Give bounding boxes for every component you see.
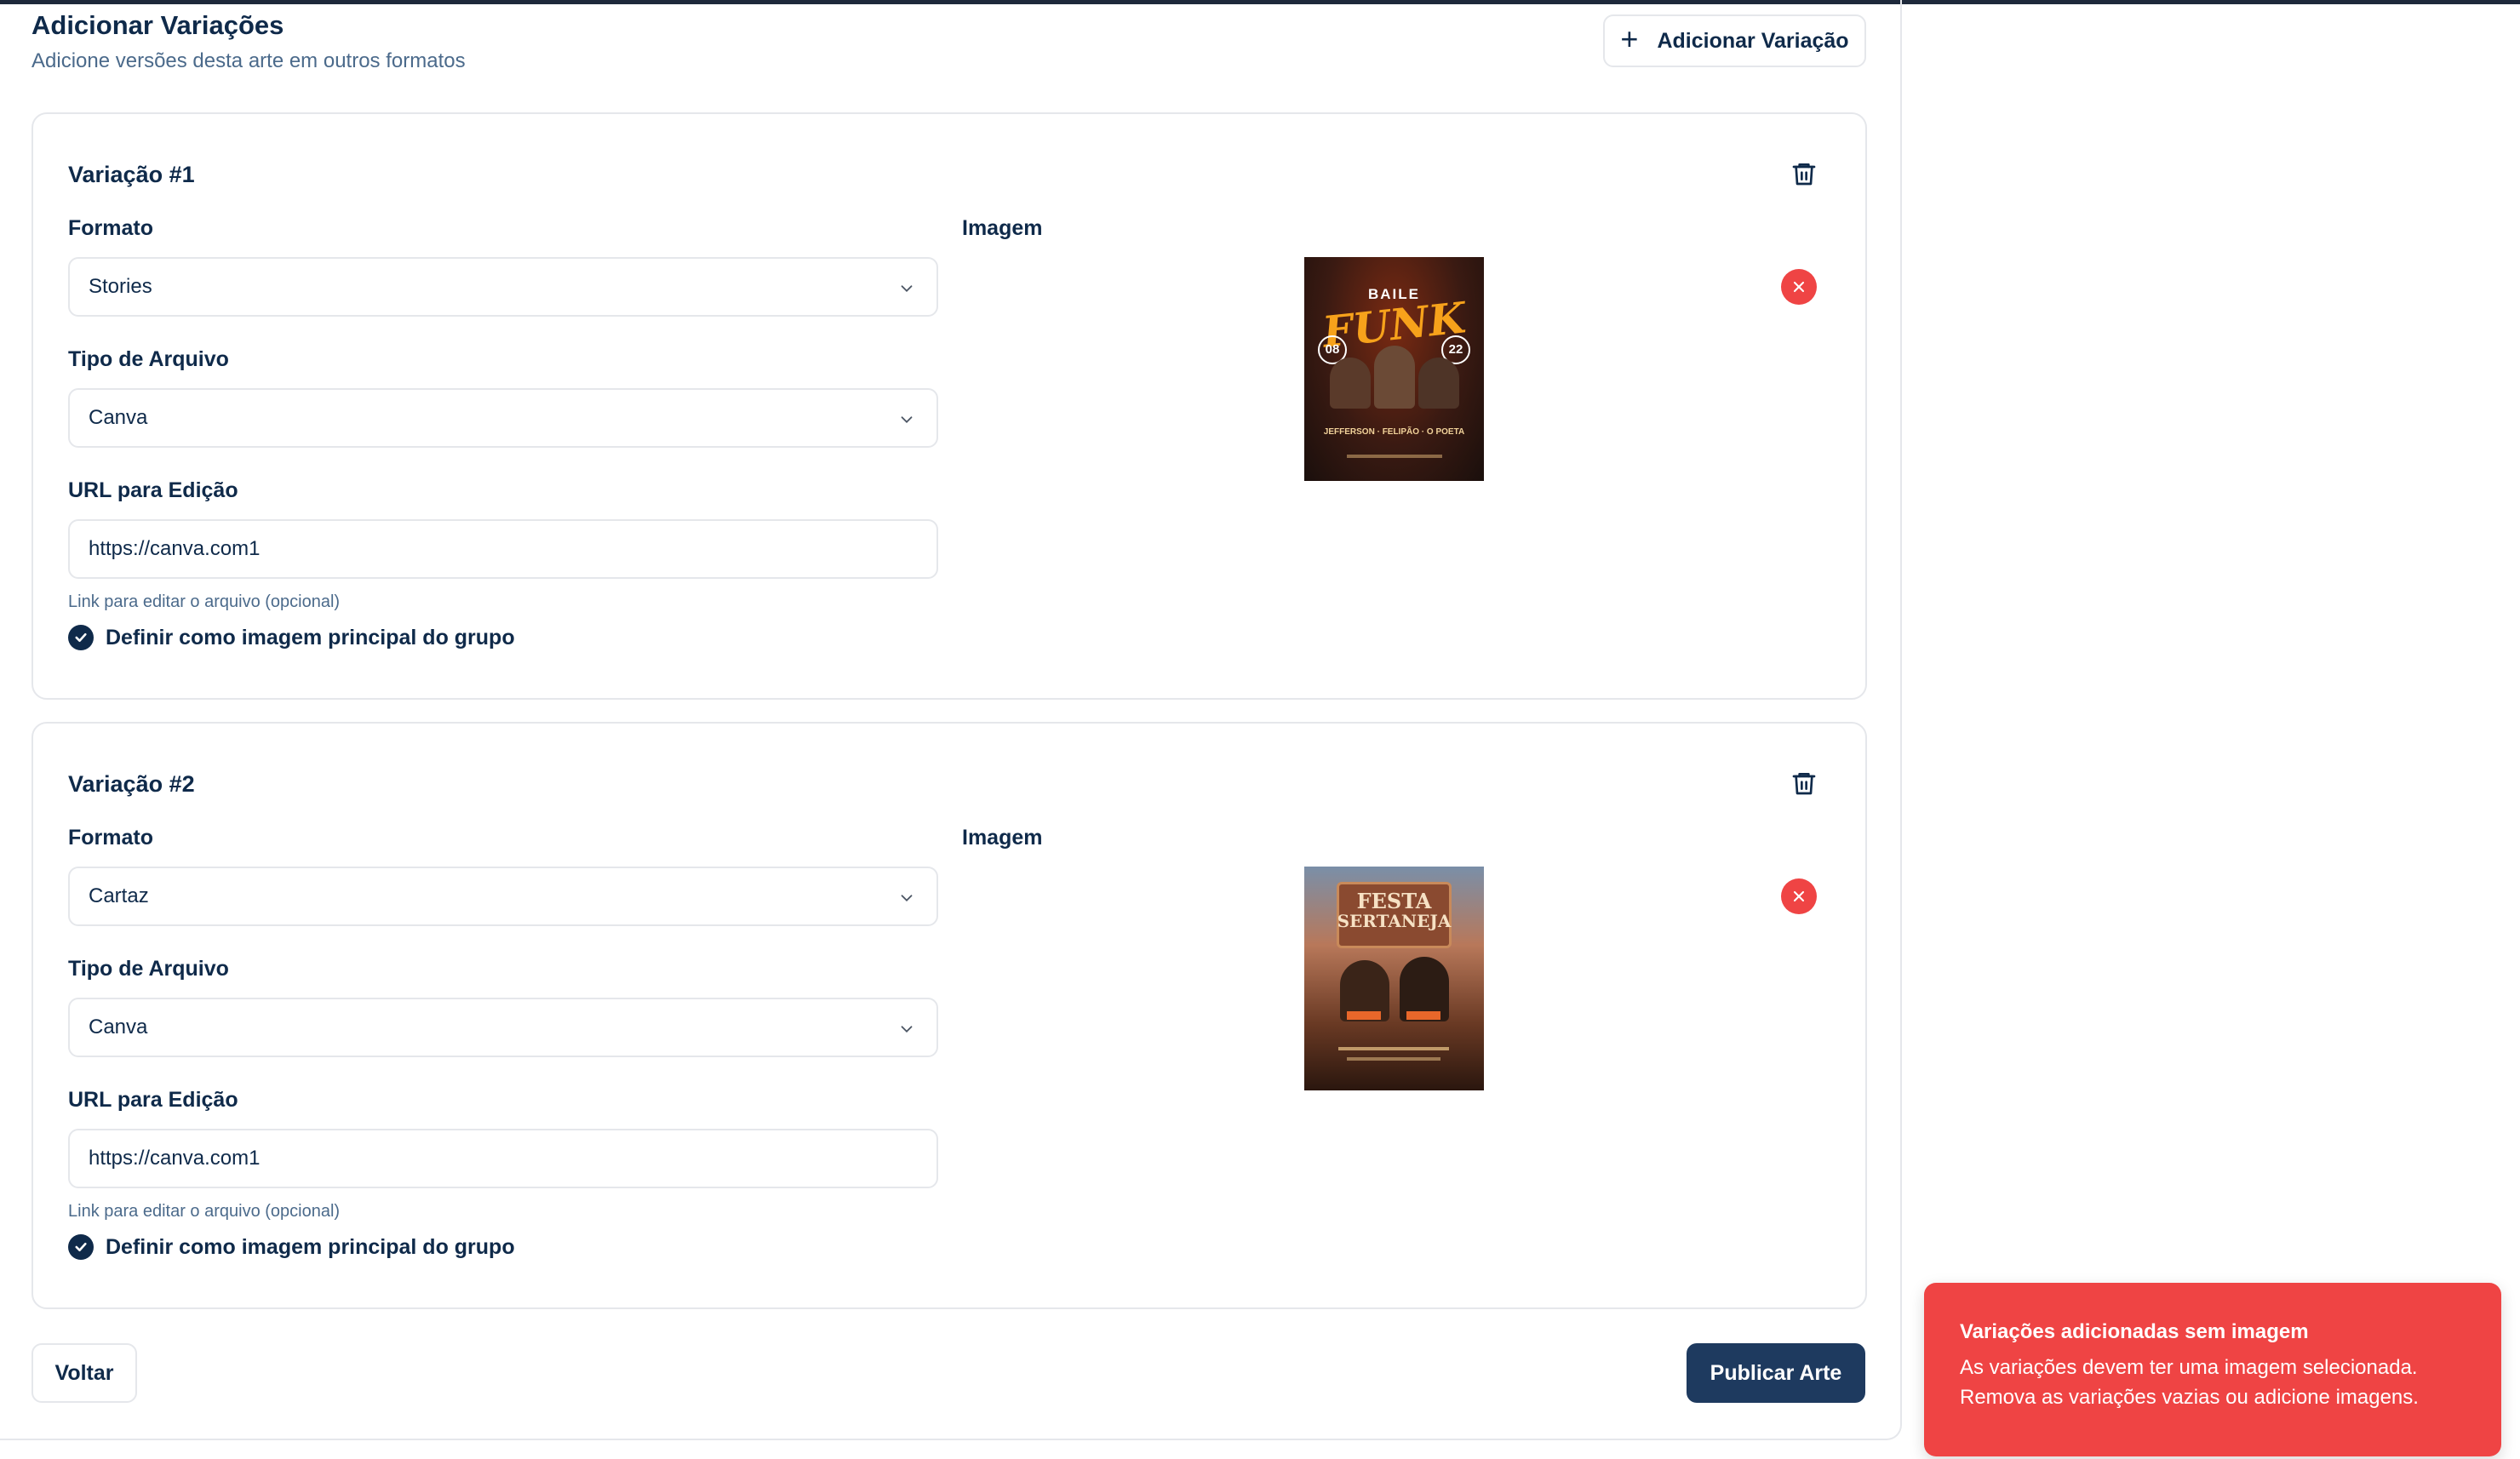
- variation-card-2: Variação #2 Formato Cartaz Tipo de Arqui…: [32, 722, 1867, 1309]
- poster-tag: [1347, 1011, 1381, 1020]
- poster-line: [1347, 455, 1442, 458]
- main-image-checkbox[interactable]: Definir como imagem principal do grupo: [68, 625, 515, 650]
- remove-image-button[interactable]: [1781, 269, 1817, 305]
- image-label: Imagem: [962, 216, 1043, 240]
- toast-line: As variações devem ter uma imagem seleci…: [1960, 1356, 2418, 1379]
- chevron-down-icon: [901, 416, 913, 424]
- poster-person: [1330, 358, 1371, 409]
- variation-title: Variação #2: [68, 771, 195, 797]
- poster-names: JEFFERSON · FELIPÃO · O POETA: [1323, 427, 1465, 437]
- variation-image: FESTA SERTANEJA: [1304, 867, 1484, 1090]
- url-hint: Link para editar o arquivo (opcional): [68, 1202, 341, 1221]
- poster-text-line2: SERTANEJA: [1337, 911, 1452, 931]
- format-value: Cartaz: [89, 884, 149, 907]
- trash-icon[interactable]: [1790, 158, 1818, 189]
- url-label: URL para Edição: [68, 478, 238, 502]
- url-value: https://canva.com1: [89, 1147, 261, 1170]
- main-image-label: Definir como imagem principal do grupo: [106, 1234, 515, 1259]
- url-hint: Link para editar o arquivo (opcional): [68, 592, 341, 611]
- format-value: Stories: [89, 275, 152, 298]
- plus-icon: +: [1620, 21, 1639, 56]
- add-variation-button[interactable]: + Adicionar Variação: [1603, 14, 1866, 67]
- file-type-select[interactable]: Canva: [68, 998, 938, 1057]
- poster-text-line1: FESTA: [1356, 889, 1432, 913]
- file-type-value: Canva: [89, 406, 148, 429]
- main-image-checkbox[interactable]: Definir como imagem principal do grupo: [68, 1234, 515, 1260]
- main-image-label: Definir como imagem principal do grupo: [106, 625, 515, 649]
- file-type-label: Tipo de Arquivo: [68, 347, 229, 371]
- file-type-value: Canva: [89, 1016, 148, 1038]
- poster-line: [1338, 1047, 1449, 1050]
- format-label: Formato: [68, 826, 153, 850]
- format-select[interactable]: Cartaz: [68, 867, 938, 926]
- image-label: Imagem: [962, 826, 1043, 850]
- close-icon: [1793, 890, 1805, 902]
- toast-title: Variações adicionadas sem imagem: [1960, 1320, 2309, 1343]
- publish-button[interactable]: Publicar Arte: [1687, 1343, 1865, 1403]
- file-type-label: Tipo de Arquivo: [68, 957, 229, 981]
- chevron-down-icon: [901, 1026, 913, 1033]
- page-subtitle: Adicione versões desta arte em outros fo…: [32, 49, 466, 72]
- trash-icon[interactable]: [1790, 768, 1818, 798]
- back-button[interactable]: Voltar: [32, 1343, 137, 1403]
- poster-person: [1418, 358, 1459, 409]
- file-type-select[interactable]: Canva: [68, 388, 938, 448]
- remove-image-button[interactable]: [1781, 878, 1817, 914]
- add-variation-label: Adicionar Variação: [1657, 28, 1849, 53]
- error-toast: Variações adicionadas sem imagem As vari…: [1924, 1283, 2501, 1456]
- poster-line: [1347, 1057, 1440, 1061]
- chevron-down-icon: [901, 285, 913, 293]
- url-input[interactable]: https://canva.com1: [68, 1129, 938, 1188]
- poster-person: [1374, 346, 1415, 409]
- variation-card-1: Variação #1 Formato Stories Tipo de Arqu…: [32, 112, 1867, 700]
- check-icon: [68, 625, 94, 650]
- toast-line: Remova as variações vazias ou adicione i…: [1960, 1386, 2419, 1409]
- poster-tag: [1406, 1011, 1440, 1020]
- variations-panel: Adicionar Variações Adicione versões des…: [0, 0, 1902, 1440]
- page-title: Adicionar Variações: [32, 10, 284, 40]
- url-label: URL para Edição: [68, 1088, 238, 1112]
- url-value: https://canva.com1: [89, 537, 261, 560]
- chevron-down-icon: [901, 895, 913, 902]
- variation-title: Variação #1: [68, 162, 195, 187]
- check-icon: [68, 1234, 94, 1260]
- toast-body: As variações devem ter uma imagem seleci…: [1960, 1353, 2466, 1412]
- format-select[interactable]: Stories: [68, 257, 938, 317]
- close-icon: [1793, 281, 1805, 293]
- variation-image: BAILE FUNK 08 22 JEFFERSON · FELIPÃO · O…: [1304, 257, 1484, 481]
- url-input[interactable]: https://canva.com1: [68, 519, 938, 579]
- format-label: Formato: [68, 216, 153, 240]
